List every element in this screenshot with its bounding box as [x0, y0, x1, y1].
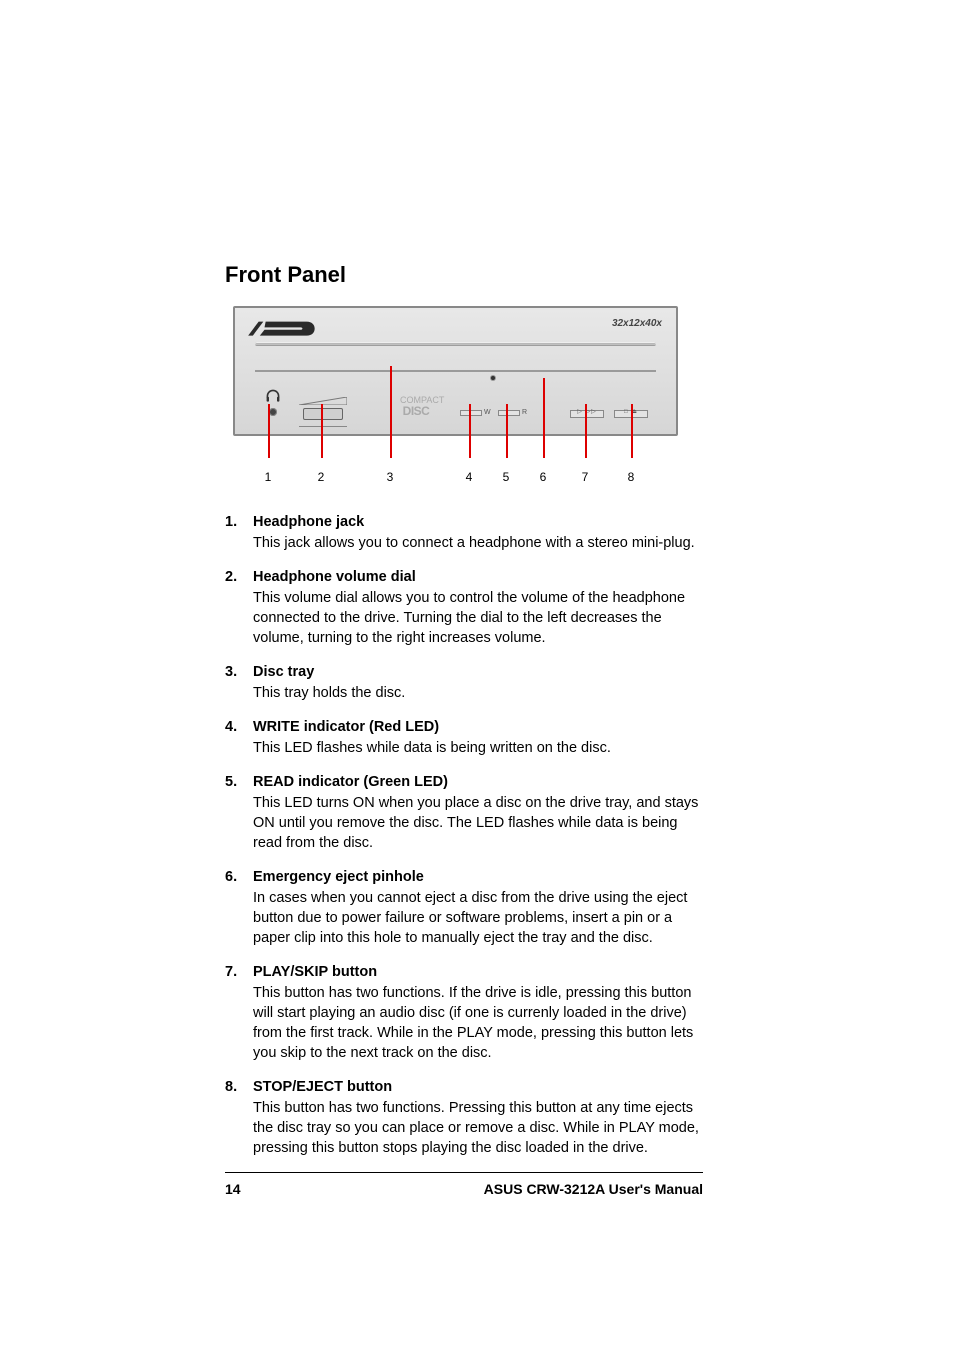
- read-led-icon: [498, 410, 520, 416]
- eject-pinhole-icon: [491, 376, 495, 380]
- manual-title: ASUS CRW-3212A User's Manual: [484, 1181, 703, 1197]
- write-led-icon: [460, 410, 482, 416]
- callout-7: 7: [582, 470, 589, 484]
- footer-rule: [225, 1172, 703, 1173]
- list-item: 3. Disc tray This tray holds the disc.: [225, 662, 703, 703]
- read-led-label: R: [522, 409, 527, 416]
- headphone-jack-icon: [269, 408, 277, 416]
- callout-5: 5: [503, 470, 510, 484]
- section-heading: Front Panel: [225, 262, 703, 288]
- list-item: 8. STOP/EJECT button This button has two…: [225, 1077, 703, 1158]
- callout-1: 1: [265, 470, 272, 484]
- list-item: 7. PLAY/SKIP button This button has two …: [225, 962, 703, 1063]
- write-led-label: W: [484, 409, 491, 416]
- list-item: 1. Headphone jack This jack allows you t…: [225, 512, 703, 553]
- callout-3: 3: [387, 470, 394, 484]
- play-skip-glyph-icon: ▷ ▷▷: [570, 408, 604, 415]
- callout-numbers: 1 2 3 4 5 6 7 8: [233, 436, 678, 484]
- callout-2: 2: [318, 470, 325, 484]
- page-number: 14: [225, 1181, 241, 1197]
- headphone-icon: [265, 388, 281, 404]
- page: Front Panel 32x12x40x: [225, 262, 703, 1197]
- compact-disc-logo-icon: COMPACT DISC: [400, 396, 432, 420]
- list-item: 2. Headphone volume dial This volume dia…: [225, 567, 703, 648]
- list-item: 4. WRITE indicator (Red LED) This LED fl…: [225, 717, 703, 758]
- drive-front-bezel: 32x12x40x COMPACT DISC: [233, 306, 678, 436]
- top-row: 32x12x40x: [247, 318, 664, 342]
- volume-wedge-icon: [299, 392, 347, 400]
- disc-tray-icon: [255, 342, 656, 346]
- list-item: 5. READ indicator (Green LED) This LED t…: [225, 772, 703, 853]
- speed-label: 32x12x40x: [612, 318, 662, 329]
- page-footer: 14 ASUS CRW-3212A User's Manual: [225, 1181, 703, 1197]
- asus-logo-icon: [247, 318, 317, 338]
- volume-dial-icon: [303, 408, 343, 420]
- callout-6: 6: [540, 470, 547, 484]
- feature-list: 1. Headphone jack This jack allows you t…: [225, 512, 703, 1158]
- list-item: 6. Emergency eject pinhole In cases when…: [225, 867, 703, 948]
- callout-4: 4: [466, 470, 473, 484]
- callout-8: 8: [628, 470, 635, 484]
- front-panel-diagram: 32x12x40x COMPACT DISC: [233, 306, 678, 484]
